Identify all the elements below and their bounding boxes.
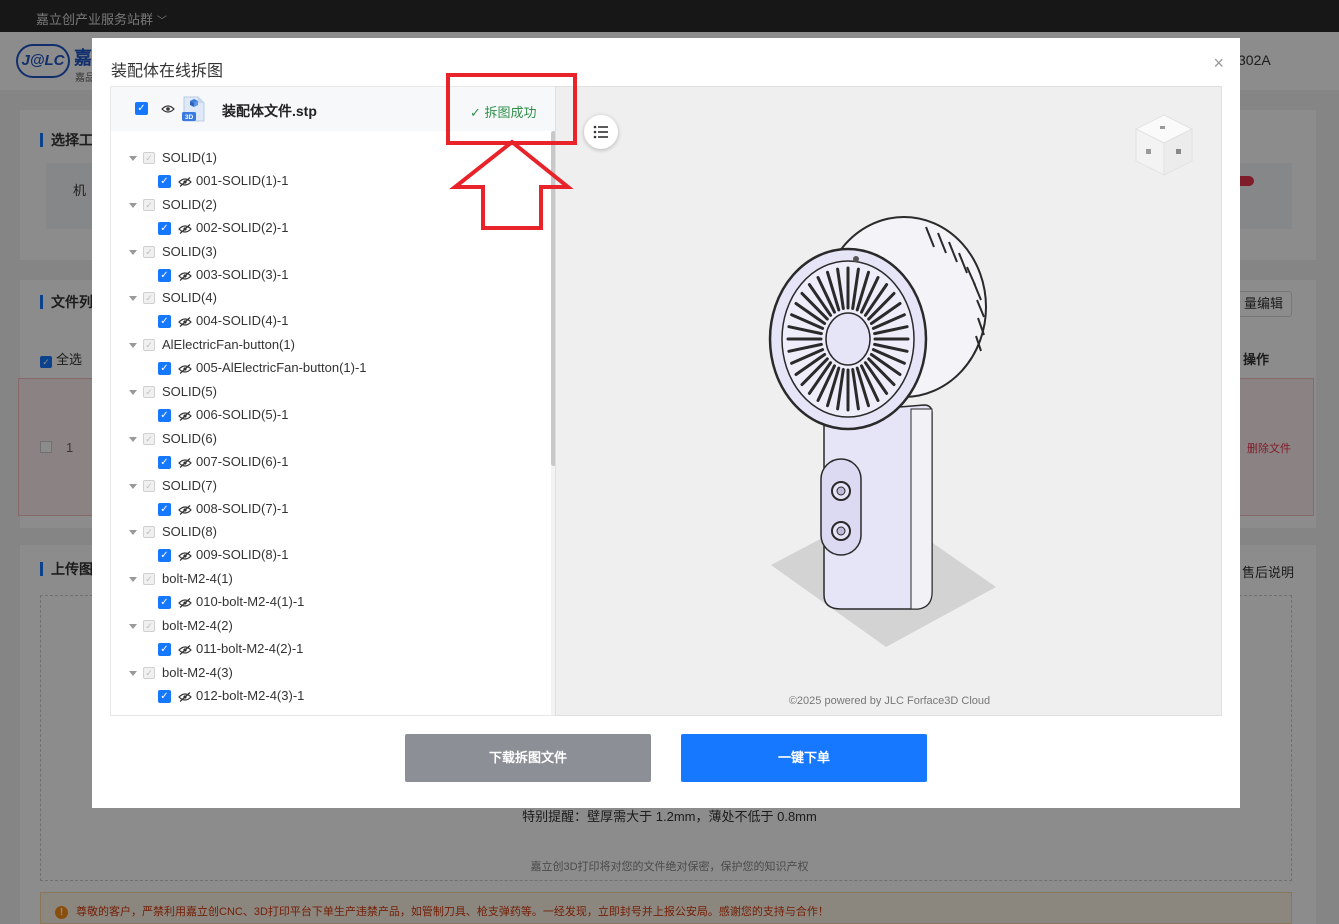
download-split-files-button[interactable]: 下载拆图文件 xyxy=(405,734,651,782)
part-checkbox[interactable]: ✓ xyxy=(158,689,171,703)
part-checkbox[interactable]: ✓ xyxy=(158,455,171,469)
eye-off-icon[interactable] xyxy=(178,551,192,562)
tree-part-label[interactable]: 006-SOLID(5)-1 xyxy=(196,407,288,422)
group-checkbox[interactable]: ✓ xyxy=(143,573,155,586)
split-assembly-dialog: 装配体在线拆图 × ✓ 3D 装配体文件.stp ✓ 拆图成功 ✓ SOLID(1… xyxy=(92,38,1240,808)
tree-group-label[interactable]: SOLID(5) xyxy=(162,384,217,399)
tree-part-label[interactable]: 012-bolt-M2-4(3)-1 xyxy=(196,688,304,703)
tree-part-label[interactable]: 010-bolt-M2-4(1)-1 xyxy=(196,594,304,609)
group-checkbox[interactable]: ✓ xyxy=(143,432,155,445)
close-icon[interactable]: × xyxy=(1213,54,1224,72)
caret-down-icon[interactable] xyxy=(129,390,137,395)
file-checkbox[interactable]: ✓ xyxy=(135,102,148,115)
tree-group-label[interactable]: SOLID(3) xyxy=(162,244,217,259)
tree-group-label[interactable]: AlElectricFan-button(1) xyxy=(162,337,295,352)
tree-part-label[interactable]: 011-bolt-M2-4(2)-1 xyxy=(196,641,303,656)
eye-icon[interactable] xyxy=(161,104,175,114)
tree-part-label[interactable]: 001-SOLID(1)-1 xyxy=(196,173,288,188)
caret-down-icon[interactable] xyxy=(129,624,137,629)
part-checkbox[interactable]: ✓ xyxy=(158,221,171,235)
one-click-order-button[interactable]: 一键下单 xyxy=(681,734,927,782)
part-checkbox[interactable]: ✓ xyxy=(158,268,171,282)
split-status: ✓ 拆图成功 xyxy=(470,102,537,121)
model-viewer[interactable]: ©2025 powered by JLC Forface3D Cloud xyxy=(555,86,1222,716)
eye-off-icon[interactable] xyxy=(178,411,192,421)
eye-off-icon[interactable] xyxy=(178,177,192,187)
part-checkbox[interactable]: ✓ xyxy=(158,315,171,329)
eye-off-icon[interactable] xyxy=(178,691,192,702)
part-checkbox[interactable]: ✓ xyxy=(158,502,171,516)
part-checkbox[interactable]: ✓ xyxy=(158,549,171,563)
group-checkbox[interactable]: ✓ xyxy=(143,198,155,211)
tree-group-label[interactable]: SOLID(7) xyxy=(162,478,217,493)
caret-down-icon[interactable] xyxy=(129,343,137,349)
group-checkbox[interactable]: ✓ xyxy=(143,526,155,539)
tree-group-label[interactable]: SOLID(6) xyxy=(162,431,217,446)
powered-by-text: ©2025 powered by JLC Forface3D Cloud xyxy=(788,695,991,707)
eye-off-icon[interactable] xyxy=(178,645,192,655)
dialog-title: 装配体在线拆图 xyxy=(111,63,224,80)
assembly-file-name: 装配体文件.stp xyxy=(222,103,317,119)
caret-down-icon[interactable] xyxy=(129,577,137,583)
part-checkbox[interactable]: ✓ xyxy=(158,175,171,188)
tree-part-label[interactable]: 007-SOLID(6)-1 xyxy=(196,454,288,469)
eye-off-icon[interactable] xyxy=(178,223,192,234)
tree-group-label[interactable]: bolt-M2-4(1) xyxy=(162,571,233,586)
group-checkbox[interactable]: ✓ xyxy=(143,479,155,492)
split-status-text: 拆图成功 xyxy=(484,105,537,120)
tree-part-label[interactable]: 002-SOLID(2)-1 xyxy=(196,220,288,235)
tree-part-label[interactable]: 003-SOLID(3)-1 xyxy=(196,267,288,282)
caret-down-icon[interactable] xyxy=(129,530,137,536)
part-tree-panel: ✓ 3D 装配体文件.stp ✓ 拆图成功 ✓ SOLID(1) ✓ 001-SOLI… xyxy=(110,86,556,716)
eye-off-icon[interactable] xyxy=(178,457,192,468)
group-checkbox[interactable]: ✓ xyxy=(143,386,155,398)
assembly-file-row: ✓ 3D 装配体文件.stp ✓ 拆图成功 xyxy=(111,87,555,131)
tree-part-label[interactable]: 008-SOLID(7)-1 xyxy=(196,501,288,516)
tree-group-label[interactable]: SOLID(1) xyxy=(162,150,217,165)
tree-group-label[interactable]: bolt-M2-4(3) xyxy=(162,665,233,680)
eye-off-icon[interactable] xyxy=(178,270,192,281)
tree-group-label[interactable]: SOLID(8) xyxy=(162,524,217,539)
caret-down-icon[interactable] xyxy=(129,202,137,208)
caret-down-icon[interactable] xyxy=(129,483,137,489)
caret-down-icon[interactable] xyxy=(129,436,137,442)
fan-3d-model[interactable] xyxy=(556,87,1222,716)
file-icon-label: 3D xyxy=(185,114,194,121)
group-checkbox[interactable]: ✓ xyxy=(143,245,155,258)
group-checkbox[interactable]: ✓ xyxy=(143,292,155,305)
group-checkbox[interactable]: ✓ xyxy=(143,152,155,164)
eye-off-icon[interactable] xyxy=(178,598,192,609)
part-checkbox[interactable]: ✓ xyxy=(158,409,171,422)
eye-off-icon[interactable] xyxy=(178,504,192,515)
caret-down-icon[interactable] xyxy=(129,249,137,255)
tree-group-label[interactable]: SOLID(2) xyxy=(162,197,217,212)
check-icon: ✓ xyxy=(470,105,485,120)
tree-group-label[interactable]: bolt-M2-4(2) xyxy=(162,618,233,633)
part-checkbox[interactable]: ✓ xyxy=(158,643,171,656)
eye-off-icon[interactable] xyxy=(178,364,192,375)
tree-group-label[interactable]: SOLID(4) xyxy=(162,290,217,305)
tree-part-label[interactable]: 005-AlElectricFan-button(1)-1 xyxy=(196,360,367,375)
eye-off-icon[interactable] xyxy=(178,317,192,328)
file-3d-icon: 3D xyxy=(182,96,205,122)
tree-part-label[interactable]: 004-SOLID(4)-1 xyxy=(196,313,288,328)
group-checkbox[interactable]: ✓ xyxy=(143,666,155,679)
part-checkbox[interactable]: ✓ xyxy=(158,362,171,376)
caret-down-icon[interactable] xyxy=(129,296,137,302)
caret-down-icon[interactable] xyxy=(129,156,137,161)
group-checkbox[interactable]: ✓ xyxy=(143,339,155,352)
group-checkbox[interactable]: ✓ xyxy=(143,620,155,632)
caret-down-icon[interactable] xyxy=(129,670,137,676)
tree-part-label[interactable]: 009-SOLID(8)-1 xyxy=(196,547,288,562)
part-checkbox[interactable]: ✓ xyxy=(158,596,171,610)
